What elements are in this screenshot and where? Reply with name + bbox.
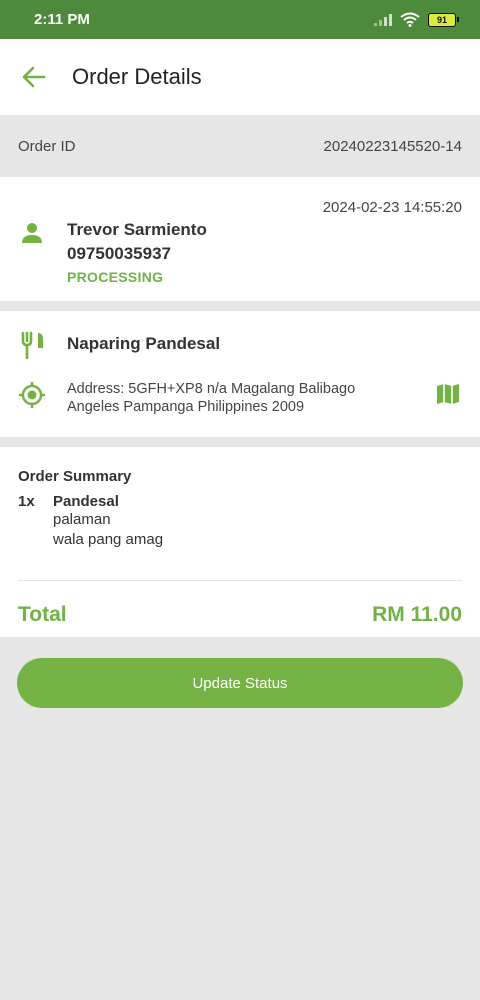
battery-level: 91	[436, 14, 447, 25]
location-target-icon	[19, 382, 45, 408]
back-arrow-icon	[22, 66, 46, 88]
store-address: Address: 5GFH+XP8 n/a Magalang Balibago …	[67, 380, 387, 416]
store-name: Naparing Pandesal	[67, 334, 221, 353]
order-id-label: Order ID	[18, 137, 76, 155]
app-bar: Order Details	[0, 39, 480, 115]
customer-phone: 09750035937	[67, 244, 172, 263]
fork-knife-icon	[21, 331, 43, 359]
customer-info: Trevor Sarmiento 09750035937 PROCESSING	[67, 220, 207, 285]
store-card: Naparing Pandesal Address: 5GFH+XP8 n/a …	[0, 311, 480, 437]
list-item: 1x Pandesal palaman wala pang amag	[18, 493, 163, 550]
status-badge: PROCESSING	[67, 269, 164, 285]
order-id-row: Order ID 20240223145520-14	[0, 115, 480, 177]
item-details: Pandesal palaman wala pang amag	[53, 493, 163, 550]
address-line-2: Angeles Pampanga Philippines 2009	[67, 399, 305, 415]
wifi-icon	[400, 12, 420, 27]
status-bar: 2:11 PM 91	[0, 0, 480, 39]
page-title: Order Details	[72, 64, 202, 89]
customer-card: 2024-02-23 14:55:20 Trevor Sarmiento 097…	[0, 177, 480, 301]
item-name: Pandesal	[53, 493, 119, 510]
person-icon	[22, 223, 42, 243]
item-note: wala pang amag	[53, 531, 164, 548]
order-id-value: 20240223145520-14	[323, 137, 462, 155]
section-divider	[0, 437, 480, 447]
order-summary-title: Order Summary	[18, 468, 132, 485]
update-status-button[interactable]: Update Status	[17, 658, 463, 708]
status-time: 2:11 PM	[34, 11, 90, 28]
signal-icon	[374, 13, 392, 26]
total-value: RM 11.00	[372, 603, 462, 626]
item-quantity: 1x	[18, 493, 35, 510]
total-label: Total	[18, 603, 67, 626]
total-row: Total RM 11.00	[18, 603, 462, 627]
address-line-1: Address: 5GFH+XP8 n/a Magalang Balibago	[67, 381, 356, 397]
back-button[interactable]	[20, 63, 48, 91]
customer-name: Trevor Sarmiento	[67, 220, 207, 239]
item-note: palaman	[53, 511, 111, 528]
map-icon[interactable]	[436, 383, 460, 405]
status-icons: 91	[374, 12, 459, 27]
order-datetime: 2024-02-23 14:55:20	[322, 199, 462, 216]
battery-icon: 91	[428, 12, 459, 27]
order-summary-card: Order Summary 1x Pandesal palaman wala p…	[0, 447, 480, 637]
summary-divider	[18, 580, 462, 581]
section-divider	[0, 301, 480, 311]
